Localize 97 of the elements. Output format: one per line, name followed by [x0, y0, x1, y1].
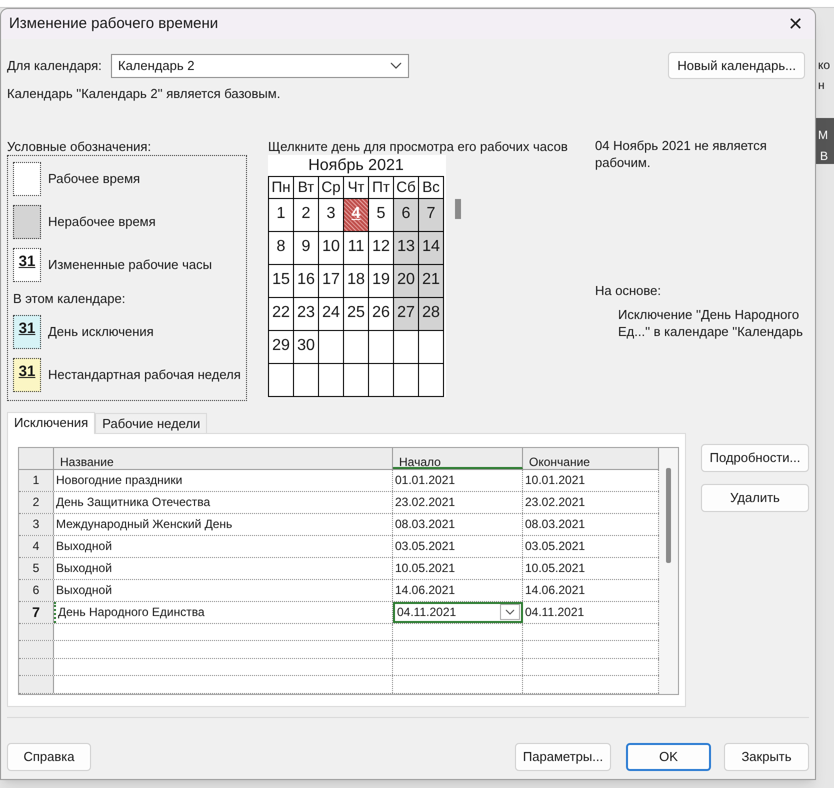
- calendar-day[interactable]: 25: [344, 298, 369, 330]
- dropdown-button[interactable]: [500, 604, 520, 620]
- calendar-day[interactable]: 10: [319, 232, 344, 264]
- row-header[interactable]: [19, 641, 54, 658]
- calendar-day[interactable]: 21: [419, 264, 444, 298]
- calendar-day[interactable]: 14: [419, 232, 444, 264]
- tab[interactable]: Рабочие недели: [95, 412, 208, 432]
- date-dropdown[interactable]: 04.11.2021: [393, 602, 523, 622]
- table-cell: День Защитника Отечества: [54, 492, 393, 512]
- table-cell: Выходной: [54, 580, 393, 600]
- calendar-day[interactable]: 28: [419, 298, 444, 330]
- dialog-button[interactable]: OK: [626, 742, 711, 770]
- chevron-down-icon: [390, 62, 402, 70]
- calendar-day[interactable]: 22: [269, 298, 294, 330]
- calendar-day[interactable]: 11: [344, 232, 369, 264]
- calendar-day[interactable]: 12: [369, 232, 394, 264]
- calendar-day[interactable]: 15: [269, 264, 294, 298]
- table-cell: 01.01.2021: [393, 470, 523, 490]
- based-on-text: Исключение ''День Народного Ед...'' в календаре ''Календарь: [618, 306, 804, 340]
- tab[interactable]: Исключения: [7, 412, 96, 434]
- calendar-day[interactable]: 20: [394, 264, 419, 298]
- legend-swatch: [13, 162, 41, 196]
- table-cell: Выходной: [54, 536, 393, 556]
- calendar-day[interactable]: 5: [369, 198, 394, 232]
- legend-title: Условные обозначения:: [7, 138, 152, 154]
- calendar-day[interactable]: 18: [344, 264, 369, 298]
- table-cell: 10.05.2021: [393, 558, 523, 578]
- calendar-day[interactable]: 23: [294, 298, 319, 330]
- calendar-dropdown[interactable]: Календарь 2: [111, 54, 409, 78]
- calendar-day[interactable]: 6: [394, 198, 419, 232]
- window-title: Изменение рабочего времени: [9, 14, 218, 34]
- dialog-button[interactable]: Закрыть: [724, 742, 809, 770]
- scrollbar-thumb[interactable]: [666, 468, 671, 562]
- row-number[interactable]: 5: [19, 558, 54, 578]
- dialog-button[interactable]: Справка: [7, 742, 91, 770]
- calendar-hint: Щелкните день для просмотра его рабочих часов: [268, 138, 569, 154]
- row-number[interactable]: 4: [19, 536, 54, 556]
- calendar-day[interactable]: 16: [294, 264, 319, 298]
- chevron-down-icon: [505, 609, 515, 615]
- legend-subtitle: В этом календаре:: [13, 290, 126, 308]
- calendar-day[interactable]: 9: [294, 232, 319, 264]
- field-label: Для календаря:: [7, 56, 103, 75]
- table-cell: 23.02.2021: [393, 492, 523, 512]
- scrollbar-thumb[interactable]: [455, 198, 461, 218]
- background-panel: [816, 118, 834, 164]
- legend-label: День исключения: [48, 323, 154, 342]
- month-title: Ноябрь 2021: [307, 156, 405, 176]
- background-text: н: [818, 77, 825, 94]
- legend-label: Нестандартная рабочая неделя: [48, 366, 241, 384]
- row-number[interactable]: 7: [19, 602, 54, 622]
- calendar-day[interactable]: 26: [369, 298, 394, 330]
- new-calendar-button[interactable]: Новый календарь...: [668, 52, 805, 79]
- row-header[interactable]: [19, 658, 54, 675]
- calendar-note: Календарь ''Календарь 2'' является базовым.: [7, 85, 282, 103]
- column-header: Название: [54, 448, 393, 468]
- legend-swatch: 31: [13, 315, 41, 349]
- calendar-day[interactable]: 2: [294, 198, 319, 232]
- legend-swatch: [13, 204, 41, 238]
- legend-label: Рабочее время: [48, 170, 140, 188]
- row-header[interactable]: [19, 676, 54, 692]
- calendar-day[interactable]: 4: [344, 198, 369, 232]
- table-cell: Выходной: [54, 558, 393, 578]
- day-status: 04 Ноябрь 2021 не является рабочим.: [595, 136, 768, 170]
- table-cell: Международный Женский День: [54, 514, 393, 534]
- dialog-button[interactable]: Удалить: [701, 484, 809, 512]
- table-cell: 03.05.2021: [393, 536, 523, 556]
- calendar-day[interactable]: 17: [319, 264, 344, 298]
- calendar-day[interactable]: 19: [369, 264, 394, 298]
- row-number[interactable]: 1: [19, 470, 54, 490]
- table-cell: 08.03.2021: [393, 514, 523, 534]
- background-text: М: [818, 127, 828, 144]
- calendar-day[interactable]: 29: [269, 330, 294, 364]
- row-number[interactable]: 6: [19, 580, 54, 600]
- row-number[interactable]: 2: [19, 492, 54, 512]
- calendar-day[interactable]: 1: [269, 198, 294, 232]
- background-text: В: [820, 148, 828, 165]
- dialog-button[interactable]: Подробности...: [701, 444, 809, 472]
- background-text: ко: [818, 57, 830, 74]
- dialog-button[interactable]: Параметры...: [515, 742, 611, 770]
- legend-swatch: 31: [13, 358, 41, 392]
- table-cell: Новогодние праздники: [54, 470, 393, 490]
- calendar-day[interactable]: 27: [394, 298, 419, 330]
- calendar-day[interactable]: 7: [419, 198, 444, 232]
- calendar-day[interactable]: 30: [294, 330, 319, 364]
- legend-label: Нерабочее время: [48, 212, 156, 231]
- column-header: Начало: [393, 448, 523, 468]
- calendar-day[interactable]: 13: [394, 232, 419, 264]
- table-cell: 14.06.2021: [393, 580, 523, 600]
- calendar-day[interactable]: 24: [319, 298, 344, 330]
- based-on-label: На основе:: [595, 282, 662, 300]
- calendar-day[interactable]: 3: [319, 198, 344, 232]
- row-number[interactable]: 3: [19, 514, 54, 534]
- legend-swatch: 31: [13, 248, 41, 282]
- calendar-day[interactable]: 8: [269, 232, 294, 264]
- close-button[interactable]: ✕: [788, 15, 803, 33]
- row-header[interactable]: [19, 624, 54, 640]
- legend-label: Измененные рабочие часы: [48, 256, 212, 274]
